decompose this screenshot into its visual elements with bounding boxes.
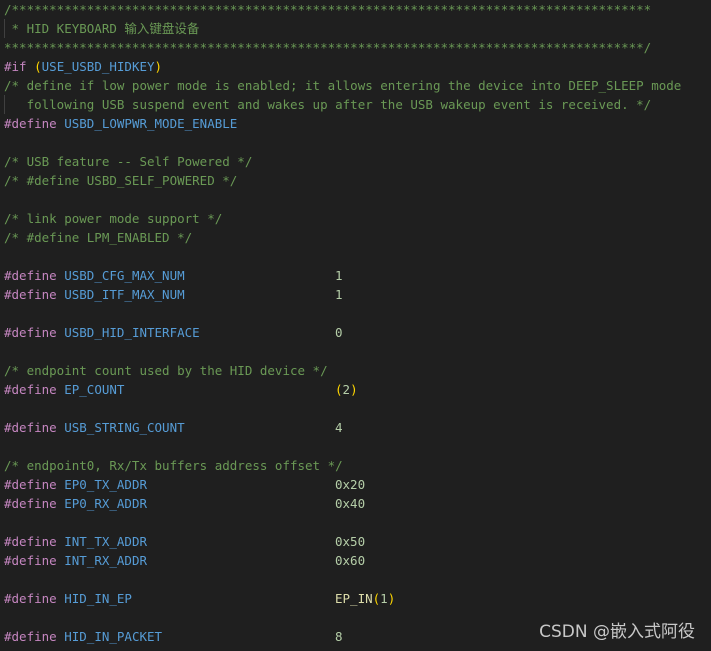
define-keyword: #define [4, 116, 57, 131]
if-directive-line: #if (USE_USBD_HIDKEY) [4, 57, 162, 76]
comment-line: /* define if low power mode is enabled; … [4, 78, 682, 93]
define-keyword: #define [4, 591, 57, 606]
macro-value: 4 [335, 420, 343, 435]
csdn-watermark: CSDN @嵌入式阿役 [539, 622, 695, 642]
define-keyword: #define [4, 420, 57, 435]
define-line: #define USBD_HID_INTERFACE [4, 323, 200, 342]
comment-banner-bottom: ****************************************… [4, 40, 652, 55]
macro-name: USBD_HID_INTERFACE [64, 325, 200, 340]
macro-name: USE_USBD_HIDKEY [41, 59, 155, 74]
macro-name: HID_IN_PACKET [64, 629, 163, 644]
macro-name: EP_COUNT [64, 382, 125, 397]
define-keyword: #define [4, 534, 57, 549]
define-line: #define USB_STRING_COUNT [4, 418, 185, 437]
define-keyword: #define [4, 553, 57, 568]
comment-line: /* endpoint count used by the HID device… [4, 363, 328, 378]
comment-line: following USB suspend event and wakes up… [4, 97, 652, 112]
define-keyword: #define [4, 629, 57, 644]
define-line: #define USBD_LOWPWR_MODE_ENABLE [4, 114, 237, 133]
define-keyword: #define [4, 287, 57, 302]
macro-name: USBD_LOWPWR_MODE_ENABLE [64, 116, 238, 131]
macro-value: 0x40 [335, 496, 366, 511]
function-name: EP_IN [335, 591, 373, 606]
comment-line: /* endpoint0, Rx/Tx buffers address offs… [4, 458, 343, 473]
macro-value: 1 [335, 268, 343, 283]
macro-name: EP0_RX_ADDR [64, 496, 148, 511]
macro-value: (2) [335, 380, 358, 399]
comment-banner-title: * HID KEYBOARD 输入键盘设备 [4, 21, 200, 36]
define-line: #define EP0_TX_ADDR [4, 475, 147, 494]
code-editor[interactable]: /***************************************… [0, 0, 711, 651]
macro-value: 0x60 [335, 553, 366, 568]
define-line: #define USBD_ITF_MAX_NUM [4, 285, 185, 304]
define-keyword: #define [4, 477, 57, 492]
define-line: #define INT_RX_ADDR [4, 551, 147, 570]
macro-value: 8 [335, 629, 343, 644]
macro-name: HID_IN_EP [64, 591, 132, 606]
comment-banner-top: /***************************************… [4, 2, 652, 17]
macro-value: 1 [335, 287, 343, 302]
macro-name: INT_TX_ADDR [64, 534, 148, 549]
define-line: #define HID_IN_PACKET [4, 627, 162, 646]
macro-name: EP0_TX_ADDR [64, 477, 148, 492]
macro-value: EP_IN(1) [335, 589, 395, 608]
open-paren: ( [335, 382, 343, 397]
macro-name: USB_STRING_COUNT [64, 420, 185, 435]
define-keyword: #define [4, 268, 57, 283]
define-line: #define INT_TX_ADDR [4, 532, 147, 551]
define-line: #define EP0_RX_ADDR [4, 494, 147, 513]
comment-line: /* #define USBD_SELF_POWERED */ [4, 173, 238, 188]
open-paren: ( [26, 59, 42, 74]
macro-value: 0x20 [335, 477, 366, 492]
close-paren: ) [387, 591, 396, 606]
close-paren: ) [350, 382, 358, 397]
define-keyword: #define [4, 325, 57, 340]
comment-line: /* link power mode support */ [4, 211, 223, 226]
if-keyword: #if [4, 59, 27, 74]
comment-line: /* USB feature -- Self Powered */ [4, 154, 253, 169]
value-number: 1 [380, 591, 388, 606]
macro-name: INT_RX_ADDR [64, 553, 148, 568]
define-line: #define EP_COUNT [4, 380, 124, 399]
macro-value: 0 [335, 325, 343, 340]
define-line: #define HID_IN_EP [4, 589, 132, 608]
define-keyword: #define [4, 382, 57, 397]
define-keyword: #define [4, 496, 57, 511]
macro-name: USBD_CFG_MAX_NUM [64, 268, 185, 283]
define-line: #define USBD_CFG_MAX_NUM [4, 266, 185, 285]
macro-name: USBD_ITF_MAX_NUM [64, 287, 185, 302]
value-number: 2 [342, 382, 351, 397]
comment-line: /* #define LPM_ENABLED */ [4, 230, 193, 245]
macro-value: 0x50 [335, 534, 366, 549]
close-paren: ) [154, 59, 163, 74]
